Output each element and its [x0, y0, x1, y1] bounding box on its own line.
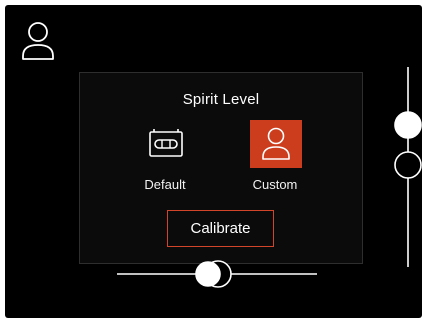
user-profile-icon[interactable]: [20, 20, 56, 64]
vertical-slider-handle: [394, 111, 422, 139]
horizontal-slider-handle: [195, 261, 221, 287]
option-custom-label: Custom: [252, 177, 298, 192]
device-screen: Spirit Level Default Custom Calibrate: [5, 5, 422, 318]
panel-title: Spirit Level: [182, 91, 260, 108]
calibrate-button[interactable]: Calibrate: [167, 210, 274, 247]
option-custom-icon-box[interactable]: [250, 120, 302, 168]
horizontal-slider[interactable]: [117, 259, 329, 289]
spirit-level-icon: [148, 129, 184, 159]
option-default-icon-box[interactable]: [140, 120, 192, 168]
spirit-level-panel: Spirit Level Default Custom Calibrate: [79, 72, 363, 264]
option-default-label: Default: [144, 177, 186, 192]
vertical-slider-handle-outline: [394, 151, 422, 179]
user-icon: [260, 126, 292, 162]
option-default[interactable]: Default: [129, 120, 201, 196]
option-custom[interactable]: Custom: [239, 120, 311, 196]
vertical-slider[interactable]: [392, 67, 422, 277]
